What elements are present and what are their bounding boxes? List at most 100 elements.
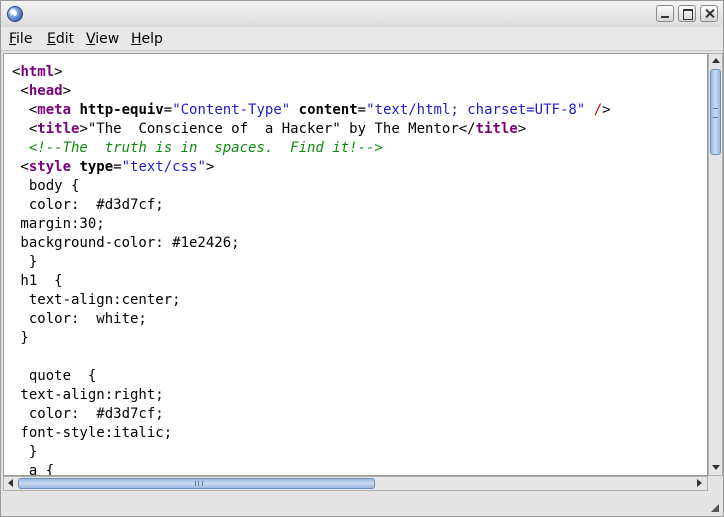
code-token: < [12, 102, 38, 118]
scroll-up-button[interactable] [709, 54, 722, 68]
code-line: margin:30; [12, 215, 611, 234]
code-token: body { [12, 178, 80, 194]
arrow-right-icon [697, 479, 702, 487]
code-token: < [12, 159, 29, 175]
horizontal-scroll-thumb[interactable] [18, 478, 375, 489]
code-token: color: #d3d7cf; [12, 406, 164, 422]
menu-edit-label: dit [55, 31, 75, 47]
code-line: <title>"The Conscience of a Hacker" by T… [12, 120, 611, 139]
code-token: <!--The truth is in spaces. Find it!--> [28, 140, 383, 156]
code-token: font-style:italic; [12, 425, 173, 441]
code-token: = [113, 159, 122, 175]
code-token: head [28, 83, 63, 99]
code-line: <meta http-equiv="Content-Type" content=… [12, 101, 611, 120]
arrow-up-icon [712, 58, 720, 63]
menu-edit-mnemonic: E [47, 31, 56, 47]
code-line: text-align:center; [12, 291, 611, 310]
code-token: } [12, 444, 38, 460]
code-token: http-equiv [79, 102, 164, 118]
code-token: < [12, 121, 38, 137]
code-line: <head> [12, 82, 611, 101]
code-line: } [12, 443, 611, 462]
code-token: color: white; [12, 311, 147, 327]
status-bar [1, 492, 723, 516]
menu-edit[interactable]: Edit [47, 31, 74, 47]
code-token: "text/css" [121, 159, 206, 175]
resize-grip-icon[interactable] [707, 500, 719, 512]
viewer-window: File Edit View Help <html> <head> <meta … [0, 0, 724, 517]
menu-view-label: iew [95, 31, 120, 47]
code-token: "text/html; charset=UTF-8" [366, 102, 586, 118]
scroll-right-button[interactable] [693, 477, 707, 490]
source-code[interactable]: <html> <head> <meta http-equiv="Content-… [12, 63, 611, 476]
horizontal-scrollbar[interactable] [3, 476, 708, 491]
source-view[interactable]: <html> <head> <meta http-equiv="Content-… [3, 53, 708, 476]
code-token: "Content-Type" [172, 102, 291, 118]
close-button[interactable] [700, 5, 718, 22]
arrow-left-icon [8, 479, 13, 487]
menu-view[interactable]: View [86, 31, 119, 47]
code-line: color: #d3d7cf; [12, 405, 611, 424]
code-token: > [62, 83, 72, 99]
code-token: title [37, 121, 80, 137]
code-line: quote { [12, 367, 611, 386]
code-token: margin:30; [12, 216, 105, 232]
code-token: > [54, 64, 63, 80]
code-token: quote { [12, 368, 97, 384]
code-line: h1 { [12, 272, 611, 291]
arrow-down-icon [712, 465, 720, 470]
vertical-scroll-thumb[interactable] [710, 69, 721, 155]
code-line: <!--The truth is in spaces. Find it!--> [12, 139, 611, 158]
code-line: <html> [12, 63, 611, 82]
code-token: text-align:right; [12, 387, 164, 403]
menu-bar: File Edit View Help [1, 27, 723, 51]
maximize-button[interactable] [678, 5, 696, 22]
menu-file[interactable]: File [9, 31, 32, 47]
code-token: = [163, 102, 173, 118]
code-token: = [357, 102, 367, 118]
code-token: html [20, 64, 55, 80]
code-token: < [12, 83, 29, 99]
code-token: a { [12, 463, 55, 476]
code-token: color: #d3d7cf; [12, 197, 164, 213]
code-token: > [205, 159, 215, 175]
code-token: meta [37, 102, 72, 118]
code-token: > [602, 102, 611, 118]
code-token: background-color: #1e2426; [12, 235, 240, 251]
globe-icon[interactable] [7, 6, 23, 22]
menu-file-mnemonic: F [9, 31, 17, 47]
code-token: title [475, 121, 518, 137]
code-line: color: white; [12, 310, 611, 329]
menu-help-mnemonic: H [131, 31, 142, 47]
vertical-scrollbar[interactable] [708, 53, 723, 476]
code-token: text-align:center; [12, 292, 181, 308]
code-line: text-align:right; [12, 386, 611, 405]
code-token: type [79, 159, 114, 175]
code-line: font-style:italic; [12, 424, 611, 443]
code-line: body { [12, 177, 611, 196]
code-line: <style type="text/css"> [12, 158, 611, 177]
code-token: content [298, 102, 358, 118]
title-bar[interactable] [1, 1, 723, 27]
menu-view-mnemonic: V [86, 31, 96, 47]
scroll-down-button[interactable] [709, 461, 722, 475]
code-token: } [12, 254, 38, 270]
scroll-left-button[interactable] [4, 477, 18, 490]
code-line: } [12, 253, 611, 272]
minimize-button[interactable] [656, 5, 674, 22]
code-token: style [28, 159, 72, 175]
code-line: background-color: #1e2426; [12, 234, 611, 253]
code-line: } [12, 329, 611, 348]
code-token: / [593, 102, 603, 118]
menu-help[interactable]: Help [131, 31, 163, 47]
code-token: h1 { [12, 273, 63, 289]
code-token: >"The Conscience of a Hacker" by The Men… [79, 121, 476, 137]
code-token: > [517, 121, 527, 137]
code-line: a { [12, 462, 611, 476]
menu-file-label: ile [16, 31, 33, 47]
code-line: color: #d3d7cf; [12, 196, 611, 215]
